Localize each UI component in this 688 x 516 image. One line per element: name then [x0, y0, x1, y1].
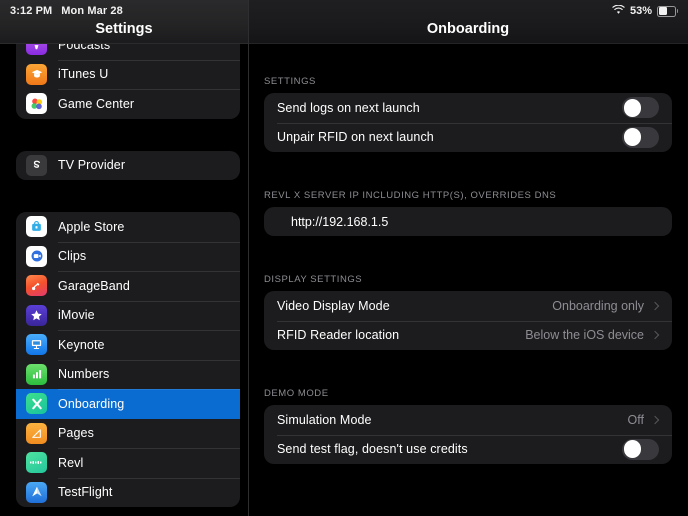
sidebar-item-label: Apple Store	[58, 219, 125, 234]
section-header-display-settings: DISPLAY SETTINGS	[264, 274, 363, 285]
sidebar-item-label: Onboarding	[58, 396, 125, 411]
chevron-right-icon	[650, 301, 660, 310]
garageband-icon	[26, 275, 47, 297]
imovie-icon	[26, 304, 47, 326]
server-ip-value: http://192.168.1.5	[291, 214, 389, 229]
sidebar-item-label: TestFlight	[58, 485, 113, 500]
row-simulation-mode[interactable]: Simulation Mode Off	[264, 405, 672, 435]
row-value: Onboarding only	[552, 298, 644, 313]
sidebar-item-game-center[interactable]: Game Center	[16, 89, 240, 119]
demo-mode-card: Simulation Mode Off Send test flag, does…	[264, 405, 672, 464]
server-ip-field[interactable]: http://192.168.1.5	[264, 207, 672, 236]
sidebar-item-label: iTunes U	[58, 67, 109, 82]
itunes-u-icon	[26, 63, 47, 85]
row-label: Video Display Mode	[277, 298, 390, 313]
sidebar-group-tv: TV Provider	[16, 150, 240, 181]
pane-divider	[248, 0, 249, 516]
detail-scroll-area[interactable]: SETTINGS Send logs on next launch Unpair…	[248, 44, 688, 464]
chevron-right-icon	[650, 415, 660, 424]
numbers-icon	[26, 363, 47, 385]
row-video-display-mode[interactable]: Video Display Mode Onboarding only	[264, 291, 672, 321]
apple-store-icon	[26, 216, 47, 238]
display-settings-card: Video Display Mode Onboarding only RFID …	[264, 291, 672, 350]
sidebar-header: Settings	[0, 0, 248, 44]
sidebar-item-label: Pages	[58, 426, 94, 441]
settings-card: Send logs on next launch Unpair RFID on …	[264, 93, 672, 152]
sidebar-item-onboarding[interactable]: Onboarding	[16, 389, 240, 419]
sidebar-item-label: Game Center	[58, 96, 135, 111]
tv-provider-icon	[26, 154, 47, 176]
clips-icon	[26, 245, 47, 267]
row-label: Simulation Mode	[277, 412, 372, 427]
sidebar-item-label: Numbers	[58, 367, 110, 382]
sidebar-item-itunes-u[interactable]: iTunes U	[16, 59, 240, 90]
sidebar-scroll-area[interactable]: Podcasts iTunes U Game Center TV Provide…	[0, 0, 248, 516]
row-label: Unpair RFID on next launch	[277, 130, 434, 145]
row-send-test-flag[interactable]: Send test flag, doesn't use credits	[264, 434, 672, 465]
section-header-settings: SETTINGS	[264, 76, 316, 87]
settings-split-view: Podcasts iTunes U Game Center TV Provide…	[0, 0, 688, 516]
row-label: Send test flag, doesn't use credits	[277, 442, 468, 457]
send-logs-toggle[interactable]	[622, 97, 659, 119]
sidebar-group-apps: Apple Store Clips GarageBand iMovie Keyn…	[16, 212, 240, 507]
sidebar-item-imovie[interactable]: iMovie	[16, 300, 240, 331]
onboarding-detail-pane: Onboarding SETTINGS Send logs on next la…	[248, 0, 688, 516]
row-label: Send logs on next launch	[277, 100, 420, 115]
row-value: Off	[627, 412, 644, 427]
sidebar-item-numbers[interactable]: Numbers	[16, 359, 240, 390]
page-title: Onboarding	[426, 21, 510, 37]
chevron-right-icon	[650, 331, 660, 340]
row-label: RFID Reader location	[277, 328, 400, 343]
sidebar-item-pages[interactable]: Pages	[16, 419, 240, 449]
unpair-rfid-toggle[interactable]	[622, 126, 659, 148]
onboarding-icon	[26, 393, 47, 415]
sidebar-item-label: iMovie	[58, 308, 95, 323]
row-unpair-rfid-on-next-launch[interactable]: Unpair RFID on next launch	[264, 122, 672, 153]
section-header-demo-mode: DEMO MODE	[264, 388, 329, 399]
sidebar-item-label: GarageBand	[58, 278, 130, 293]
sidebar-item-label: TV Provider	[58, 158, 126, 173]
row-rfid-reader-location[interactable]: RFID Reader location Below the iOS devic…	[264, 320, 672, 351]
sidebar-title: Settings	[95, 21, 153, 37]
sidebar-item-testflight[interactable]: TestFlight	[16, 477, 240, 508]
revl-icon	[26, 452, 47, 474]
sidebar-item-label: Clips	[58, 249, 87, 264]
settings-sidebar: Podcasts iTunes U Game Center TV Provide…	[0, 0, 248, 516]
sidebar-item-label: Revl	[58, 455, 84, 470]
sidebar-item-keynote[interactable]: Keynote	[16, 330, 240, 360]
section-header-server-ip: REVL X SERVER IP INCLUDING HTTP(S), OVER…	[264, 190, 557, 201]
send-test-flag-toggle[interactable]	[622, 438, 659, 460]
sidebar-item-tv-provider[interactable]: TV Provider	[16, 151, 240, 181]
sidebar-item-apple-store[interactable]: Apple Store	[16, 212, 240, 242]
game-center-icon	[26, 93, 47, 115]
row-send-logs-on-next-launch[interactable]: Send logs on next launch	[264, 93, 672, 123]
sidebar-item-revl[interactable]: Revl	[16, 448, 240, 478]
detail-header: Onboarding	[248, 0, 688, 44]
sidebar-item-label: Keynote	[58, 337, 105, 352]
sidebar-item-clips[interactable]: Clips	[16, 241, 240, 272]
sidebar-item-garageband[interactable]: GarageBand	[16, 271, 240, 301]
row-value: Below the iOS device	[525, 328, 644, 343]
keynote-icon	[26, 334, 47, 356]
pages-icon	[26, 422, 47, 444]
testflight-icon	[26, 481, 47, 503]
